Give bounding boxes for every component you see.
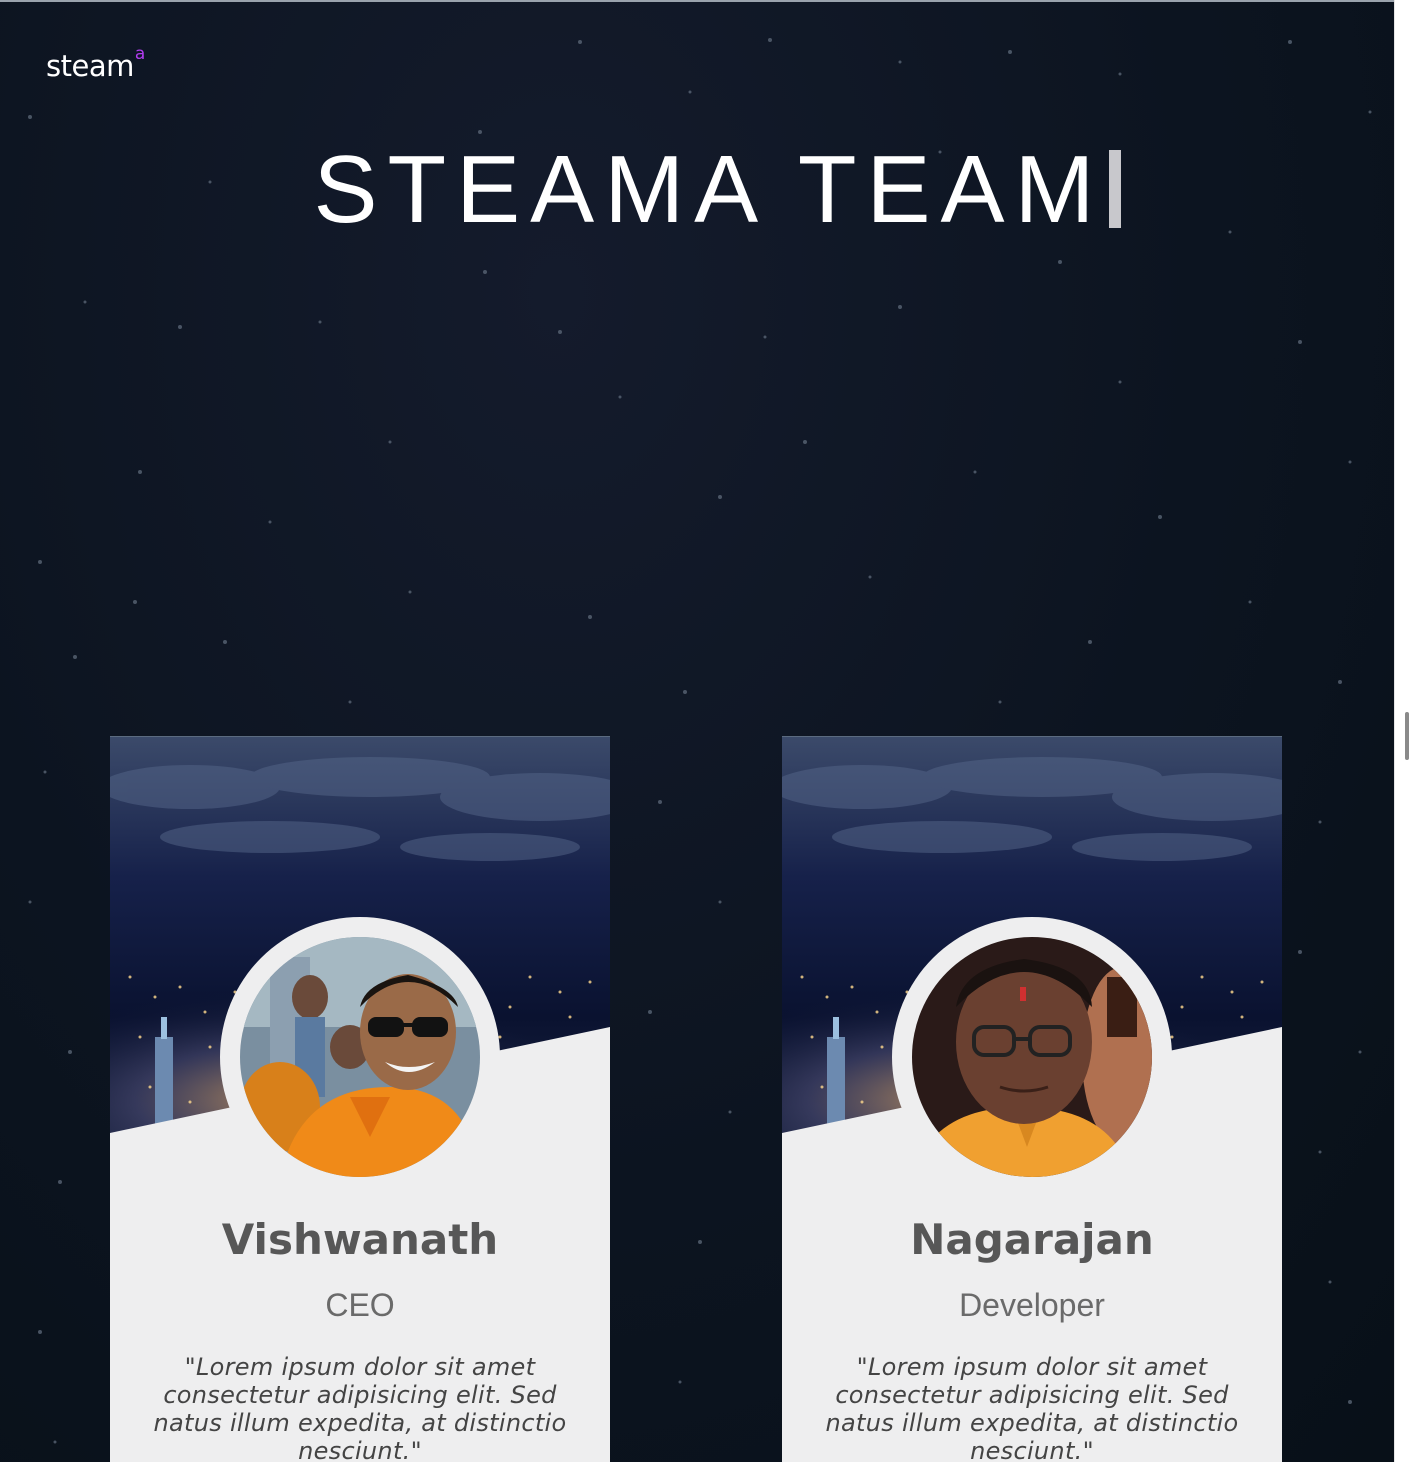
member-role: CEO xyxy=(325,1287,395,1323)
hero-section: steama STEAMA TEAM Vishwanath CEO "Lorem… xyxy=(0,2,1394,1462)
team-card: Vishwanath CEO "Lorem ipsum dolor sit am… xyxy=(110,736,610,1462)
steama-logo[interactable]: steama xyxy=(46,44,145,83)
member-quote: "Lorem ipsum dolor sit amet consectetur … xyxy=(153,1353,567,1462)
page-title: STEAMA TEAM xyxy=(0,142,1394,238)
member-quote: "Lorem ipsum dolor sit amet consectetur … xyxy=(825,1353,1239,1462)
member-name: Vishwanath xyxy=(221,1215,499,1264)
logo-text: steam xyxy=(46,49,134,83)
page: steama STEAMA TEAM Vishwanath CEO "Lorem… xyxy=(0,0,1410,1462)
typing-cursor xyxy=(1108,150,1121,228)
scrollbar-thumb[interactable] xyxy=(1405,712,1409,760)
avatar-ring xyxy=(220,917,500,1197)
person-photo-vishwanath xyxy=(240,937,480,1177)
logo-superscript: a xyxy=(134,44,145,65)
avatar-ring xyxy=(892,917,1172,1197)
member-name: Nagarajan xyxy=(910,1215,1154,1264)
avatar xyxy=(240,937,480,1177)
person-photo-nagarajan xyxy=(912,937,1152,1177)
member-role: Developer xyxy=(959,1287,1105,1323)
avatar xyxy=(912,937,1152,1177)
team-card: Nagarajan Developer "Lorem ipsum dolor s… xyxy=(782,736,1282,1462)
page-title-text: STEAMA TEAM xyxy=(313,136,1105,243)
